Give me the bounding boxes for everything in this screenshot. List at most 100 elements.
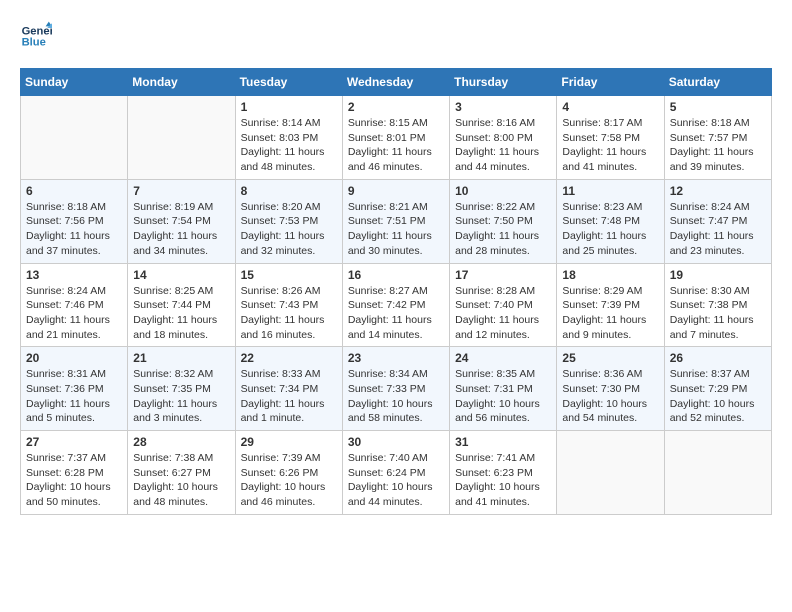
day-number: 19 [670, 268, 766, 282]
day-info: Sunrise: 8:24 AMSunset: 7:46 PMDaylight:… [26, 284, 122, 343]
day-number: 23 [348, 351, 444, 365]
page-header: General Blue [20, 20, 772, 52]
calendar-week-row: 1 Sunrise: 8:14 AMSunset: 8:03 PMDaylight… [21, 96, 772, 180]
day-number: 11 [562, 184, 658, 198]
day-number: 2 [348, 100, 444, 114]
day-number: 6 [26, 184, 122, 198]
calendar-cell: 7 Sunrise: 8:19 AMSunset: 7:54 PMDaylight… [128, 179, 235, 263]
calendar-week-row: 27 Sunrise: 7:37 AMSunset: 6:28 PMDayligh… [21, 431, 772, 515]
calendar-cell: 24 Sunrise: 8:35 AMSunset: 7:31 PMDayligh… [450, 347, 557, 431]
day-number: 7 [133, 184, 229, 198]
day-info: Sunrise: 8:20 AMSunset: 7:53 PMDaylight:… [241, 200, 337, 259]
svg-text:Blue: Blue [22, 37, 46, 49]
weekday-header-saturday: Saturday [664, 69, 771, 96]
calendar-cell: 11 Sunrise: 8:23 AMSunset: 7:48 PMDayligh… [557, 179, 664, 263]
day-info: Sunrise: 8:29 AMSunset: 7:39 PMDaylight:… [562, 284, 658, 343]
day-info: Sunrise: 8:36 AMSunset: 7:30 PMDaylight:… [562, 367, 658, 426]
day-info: Sunrise: 8:35 AMSunset: 7:31 PMDaylight:… [455, 367, 551, 426]
calendar-cell: 17 Sunrise: 8:28 AMSunset: 7:40 PMDayligh… [450, 263, 557, 347]
day-info: Sunrise: 8:14 AMSunset: 8:03 PMDaylight:… [241, 116, 337, 175]
weekday-header-thursday: Thursday [450, 69, 557, 96]
calendar-cell: 3 Sunrise: 8:16 AMSunset: 8:00 PMDaylight… [450, 96, 557, 180]
day-info: Sunrise: 8:34 AMSunset: 7:33 PMDaylight:… [348, 367, 444, 426]
logo-icon: General Blue [20, 20, 52, 52]
day-info: Sunrise: 8:26 AMSunset: 7:43 PMDaylight:… [241, 284, 337, 343]
day-info: Sunrise: 8:33 AMSunset: 7:34 PMDaylight:… [241, 367, 337, 426]
day-number: 20 [26, 351, 122, 365]
weekday-header-wednesday: Wednesday [342, 69, 449, 96]
calendar-cell: 20Sunrise: 8:31 AMSunset: 7:36 PMDayligh… [21, 347, 128, 431]
day-info: Sunrise: 7:40 AMSunset: 6:24 PMDaylight:… [348, 451, 444, 510]
day-info: Sunrise: 8:37 AMSunset: 7:29 PMDaylight:… [670, 367, 766, 426]
calendar-cell [664, 431, 771, 515]
calendar-cell: 28 Sunrise: 7:38 AMSunset: 6:27 PMDayligh… [128, 431, 235, 515]
day-info: Sunrise: 8:18 AMSunset: 7:57 PMDaylight:… [670, 116, 766, 175]
calendar-cell: 25 Sunrise: 8:36 AMSunset: 7:30 PMDayligh… [557, 347, 664, 431]
calendar-cell: 8Sunrise: 8:20 AMSunset: 7:53 PMDaylight… [235, 179, 342, 263]
day-info: Sunrise: 8:16 AMSunset: 8:00 PMDaylight:… [455, 116, 551, 175]
day-number: 30 [348, 435, 444, 449]
calendar-cell: 4Sunrise: 8:17 AMSunset: 7:58 PMDaylight… [557, 96, 664, 180]
calendar-cell: 19 Sunrise: 8:30 AMSunset: 7:38 PMDayligh… [664, 263, 771, 347]
calendar-cell: 29Sunrise: 7:39 AMSunset: 6:26 PMDayligh… [235, 431, 342, 515]
day-number: 18 [562, 268, 658, 282]
day-info: Sunrise: 7:39 AMSunset: 6:26 PMDaylight:… [241, 451, 337, 510]
day-number: 5 [670, 100, 766, 114]
day-info: Sunrise: 8:21 AMSunset: 7:51 PMDaylight:… [348, 200, 444, 259]
svg-text:General: General [22, 25, 52, 37]
day-number: 17 [455, 268, 551, 282]
weekday-header-tuesday: Tuesday [235, 69, 342, 96]
day-number: 28 [133, 435, 229, 449]
calendar-cell: 22 Sunrise: 8:33 AMSunset: 7:34 PMDayligh… [235, 347, 342, 431]
day-info: Sunrise: 8:18 AMSunset: 7:56 PMDaylight:… [26, 200, 122, 259]
calendar-cell: 26Sunrise: 8:37 AMSunset: 7:29 PMDayligh… [664, 347, 771, 431]
day-number: 1 [241, 100, 337, 114]
day-number: 21 [133, 351, 229, 365]
calendar-cell: 15 Sunrise: 8:26 AMSunset: 7:43 PMDayligh… [235, 263, 342, 347]
day-number: 13 [26, 268, 122, 282]
calendar-cell [21, 96, 128, 180]
calendar-cell: 12 Sunrise: 8:24 AMSunset: 7:47 PMDayligh… [664, 179, 771, 263]
day-info: Sunrise: 8:32 AMSunset: 7:35 PMDaylight:… [133, 367, 229, 426]
calendar-header-row: SundayMondayTuesdayWednesdayThursdayFrid… [21, 69, 772, 96]
day-number: 12 [670, 184, 766, 198]
logo: General Blue [20, 20, 52, 52]
calendar-week-row: 13 Sunrise: 8:24 AMSunset: 7:46 PMDayligh… [21, 263, 772, 347]
weekday-header-sunday: Sunday [21, 69, 128, 96]
calendar-cell: 21 Sunrise: 8:32 AMSunset: 7:35 PMDayligh… [128, 347, 235, 431]
calendar-cell: 31Sunrise: 7:41 AMSunset: 6:23 PMDayligh… [450, 431, 557, 515]
day-number: 14 [133, 268, 229, 282]
day-number: 27 [26, 435, 122, 449]
calendar-cell [128, 96, 235, 180]
calendar-cell: 16Sunrise: 8:27 AMSunset: 7:42 PMDayligh… [342, 263, 449, 347]
day-number: 3 [455, 100, 551, 114]
day-number: 22 [241, 351, 337, 365]
day-info: Sunrise: 8:24 AMSunset: 7:47 PMDaylight:… [670, 200, 766, 259]
calendar-table: SundayMondayTuesdayWednesdayThursdayFrid… [20, 68, 772, 515]
calendar-cell: 1 Sunrise: 8:14 AMSunset: 8:03 PMDaylight… [235, 96, 342, 180]
day-info: Sunrise: 8:23 AMSunset: 7:48 PMDaylight:… [562, 200, 658, 259]
day-info: Sunrise: 8:22 AMSunset: 7:50 PMDaylight:… [455, 200, 551, 259]
day-info: Sunrise: 8:15 AMSunset: 8:01 PMDaylight:… [348, 116, 444, 175]
day-number: 9 [348, 184, 444, 198]
day-number: 25 [562, 351, 658, 365]
weekday-header-friday: Friday [557, 69, 664, 96]
calendar-cell: 23 Sunrise: 8:34 AMSunset: 7:33 PMDayligh… [342, 347, 449, 431]
day-info: Sunrise: 7:41 AMSunset: 6:23 PMDaylight:… [455, 451, 551, 510]
calendar-cell: 30 Sunrise: 7:40 AMSunset: 6:24 PMDayligh… [342, 431, 449, 515]
day-info: Sunrise: 7:37 AMSunset: 6:28 PMDaylight:… [26, 451, 122, 510]
day-number: 24 [455, 351, 551, 365]
day-info: Sunrise: 8:17 AMSunset: 7:58 PMDaylight:… [562, 116, 658, 175]
day-info: Sunrise: 8:28 AMSunset: 7:40 PMDaylight:… [455, 284, 551, 343]
day-info: Sunrise: 8:30 AMSunset: 7:38 PMDaylight:… [670, 284, 766, 343]
day-number: 15 [241, 268, 337, 282]
day-info: Sunrise: 8:25 AMSunset: 7:44 PMDaylight:… [133, 284, 229, 343]
calendar-cell: 13 Sunrise: 8:24 AMSunset: 7:46 PMDayligh… [21, 263, 128, 347]
calendar-cell: 2 Sunrise: 8:15 AMSunset: 8:01 PMDaylight… [342, 96, 449, 180]
calendar-cell: 9 Sunrise: 8:21 AMSunset: 7:51 PMDaylight… [342, 179, 449, 263]
calendar-cell: 6 Sunrise: 8:18 AMSunset: 7:56 PMDaylight… [21, 179, 128, 263]
calendar-cell: 27 Sunrise: 7:37 AMSunset: 6:28 PMDayligh… [21, 431, 128, 515]
day-info: Sunrise: 8:19 AMSunset: 7:54 PMDaylight:… [133, 200, 229, 259]
calendar-cell: 10Sunrise: 8:22 AMSunset: 7:50 PMDayligh… [450, 179, 557, 263]
day-info: Sunrise: 7:38 AMSunset: 6:27 PMDaylight:… [133, 451, 229, 510]
